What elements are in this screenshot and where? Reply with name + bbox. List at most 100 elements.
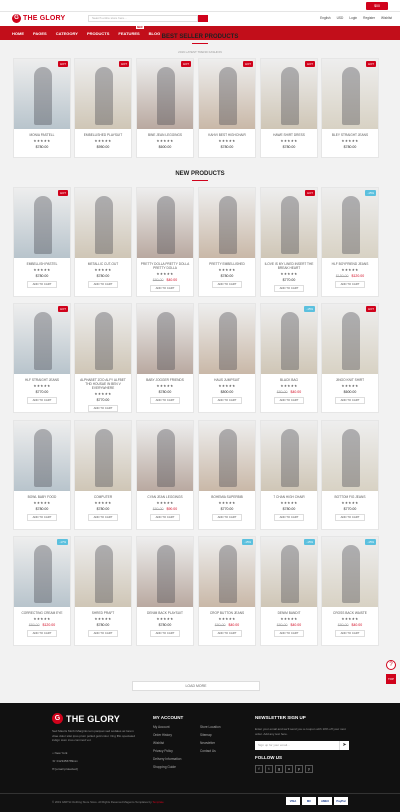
product-name[interactable]: CYAN JEAN LEGGINGS — [137, 495, 193, 499]
product-name[interactable]: ALPHABET ZOO ALFY ALFBET THD HOUSAE IN B… — [75, 378, 131, 390]
add-to-cart-button[interactable]: ADD TO CART — [88, 514, 118, 521]
product-image[interactable] — [322, 421, 378, 491]
google-icon[interactable]: g — [275, 765, 283, 773]
product-name[interactable]: PRETTY DOLLA PRETTY DOLLA PRETTY DOLLA — [137, 262, 193, 270]
product-card[interactable]: HOT HLF STRAIGHT JEANS ★★★★★ $770.00 ADD TO … — [13, 303, 71, 413]
product-image[interactable]: -15% — [261, 537, 317, 607]
product-name[interactable]: HLF BOYFRIEND JEANS — [322, 262, 378, 266]
product-card[interactable]: HOT BLEY STRAIGHT JEANS ★★★★★ $780.00 — [321, 58, 379, 158]
product-image[interactable]: HOT — [137, 59, 193, 129]
footer-link[interactable]: My Account — [153, 723, 181, 731]
product-name[interactable]: PRETTY EMBELLISHED — [199, 262, 255, 266]
add-to-cart-button[interactable]: ADD TO CART — [212, 281, 242, 288]
product-image[interactable] — [137, 421, 193, 491]
product-image[interactable] — [75, 188, 131, 258]
register-link[interactable]: Register — [363, 16, 375, 20]
product-image[interactable]: HOT — [322, 304, 378, 374]
facebook-icon[interactable]: f — [255, 765, 263, 773]
footer-link[interactable]: Store Location — [200, 723, 221, 731]
product-name[interactable]: CORRECTING CREAM EYE — [14, 611, 70, 615]
product-name[interactable]: JINGO KNIT SHIRT — [322, 378, 378, 382]
product-image[interactable]: HOT — [261, 188, 317, 258]
add-to-cart-button[interactable]: ADD TO CART — [335, 397, 365, 404]
product-name[interactable]: 7 CHAN HIGH CHAIR — [261, 495, 317, 499]
chat-icon[interactable]: ? — [386, 660, 396, 670]
product-card[interactable]: PRETTY EMBELLISHED ★★★★★ $780.00 ADD TO CAR… — [198, 187, 256, 297]
add-to-cart-button[interactable]: ADD TO CART — [27, 514, 57, 521]
product-name[interactable]: BLEY STRAIGHT JEANS — [322, 133, 378, 137]
product-card[interactable]: HOT JINGO KNIT SHIRT ★★★★★ $600.00 ADD TO CA… — [321, 303, 379, 413]
product-image[interactable]: HOT — [14, 304, 70, 374]
product-name[interactable]: ILOVE IS MY LINED INSERT THE BREAK HEART — [261, 262, 317, 270]
product-card[interactable]: BOTTOM FIG JEANS ★★★★★ $770.00 ADD TO CART — [321, 420, 379, 530]
product-card[interactable]: -15% BLACK BAG ★★★★★ $80.00 $40.00 ADD TO CAR… — [260, 303, 318, 413]
add-to-cart-button[interactable]: ADD TO CART — [150, 514, 180, 521]
product-image[interactable] — [261, 421, 317, 491]
product-card[interactable]: 7 CHAN HIGH CHAIR ★★★★★ $780.00 ADD TO CART — [260, 420, 318, 530]
add-to-cart-button[interactable]: ADD TO CART — [88, 281, 118, 288]
product-name[interactable]: HAWE SHIRT DRESS — [261, 133, 317, 137]
add-to-cart-button[interactable]: ADD TO CART — [150, 285, 180, 292]
mini-cart-button[interactable]: $00 — [366, 2, 388, 10]
product-card[interactable]: CYAN JEAN LEGGINGS ★★★★★ $80.00 $90.00 ADD T… — [136, 420, 194, 530]
footer-logo[interactable]: G THE GLORY — [52, 713, 120, 724]
wishlist-link[interactable]: Wishlist — [381, 16, 392, 20]
product-card[interactable]: BABY JOGGER FRIENDS ★★★★★ $780.00 ADD TO CA… — [136, 303, 194, 413]
product-image[interactable]: -15% — [322, 537, 378, 607]
product-name[interactable]: BLACK BAG — [261, 378, 317, 382]
product-card[interactable]: HOT KAHVI BEST HIGHCHAIR ★★★★★ $780.00 — [198, 58, 256, 158]
product-card[interactable]: HOT ILOVE IS MY LINED INSERT THE BREAK HE… — [260, 187, 318, 297]
add-to-cart-button[interactable]: ADD TO CART — [27, 630, 57, 637]
scroll-top-button[interactable]: TOP — [386, 674, 396, 684]
product-name[interactable]: SHRED PRAFT — [75, 611, 131, 615]
product-card[interactable]: BOWL BABY FOOD ★★★★★ $780.00 ADD TO CART — [13, 420, 71, 530]
add-to-cart-button[interactable]: ADD TO CART — [212, 514, 242, 521]
search-input[interactable]: Search entire store here... — [88, 15, 198, 22]
product-name[interactable]: BABY JOGGER FRIENDS — [137, 378, 193, 382]
product-card[interactable]: HOT HAWE SHIRT DRESS ★★★★★ $780.00 — [260, 58, 318, 158]
product-card[interactable]: ALPHABET ZOO ALFY ALFBET THD HOUSAE IN B… — [74, 303, 132, 413]
product-image[interactable] — [75, 421, 131, 491]
footer-link[interactable]: Contact Us — [200, 747, 221, 755]
product-name[interactable]: BOWL BABY FOOD — [14, 495, 70, 499]
product-name[interactable]: KAHVI BEST HIGHCHAIR — [199, 133, 255, 137]
add-to-cart-button[interactable]: ADD TO CART — [274, 630, 304, 637]
add-to-cart-button[interactable]: ADD TO CART — [274, 397, 304, 404]
product-name[interactable]: EMBELLISH PASTEL — [14, 262, 70, 266]
add-to-cart-button[interactable]: ADD TO CART — [27, 397, 57, 404]
add-to-cart-button[interactable]: ADD TO CART — [335, 514, 365, 521]
product-image[interactable]: HOT — [14, 59, 70, 129]
product-image[interactable]: -15% — [199, 537, 255, 607]
product-image[interactable] — [14, 421, 70, 491]
logo[interactable]: G THE GLORY — [12, 14, 65, 23]
product-image[interactable] — [199, 188, 255, 258]
product-card[interactable]: HOT EMBELLISH PASTEL ★★★★★ $780.00 ADD TO CA… — [13, 187, 71, 297]
product-image[interactable] — [75, 537, 131, 607]
product-image[interactable]: HOT — [322, 59, 378, 129]
product-name[interactable]: MONIA PASTELL — [14, 133, 70, 137]
email-text[interactable]: [email protected] — [55, 767, 77, 771]
product-card[interactable]: METALLIC CUT-OUT ★★★★★ $780.00 ADD TO CART — [74, 187, 132, 297]
instagram-icon[interactable]: o — [285, 765, 293, 773]
footer-link[interactable]: Shopping Guide — [153, 763, 181, 771]
product-image[interactable] — [199, 304, 255, 374]
add-to-cart-button[interactable]: ADD TO CART — [274, 285, 304, 292]
product-name[interactable]: BINE JEAN LEGGINGS — [137, 133, 193, 137]
copyright-link[interactable]: Template — [152, 800, 163, 804]
twitter-icon[interactable]: t — [265, 765, 273, 773]
product-name[interactable]: HAUS JUMPSUIT — [199, 378, 255, 382]
product-name[interactable]: METALLIC CUT-OUT — [75, 262, 131, 266]
footer-link[interactable]: Newsletter — [200, 739, 221, 747]
product-image[interactable]: -17% — [14, 537, 70, 607]
add-to-cart-button[interactable]: ADD TO CART — [88, 630, 118, 637]
pinterest-icon[interactable]: p — [295, 765, 303, 773]
currency-select[interactable]: USD — [337, 16, 344, 20]
footer-link[interactable]: Delivery Information — [153, 755, 181, 763]
product-image[interactable] — [137, 188, 193, 258]
add-to-cart-button[interactable]: ADD TO CART — [150, 397, 180, 404]
product-name[interactable]: DENIM BACK PLAYSUIT — [137, 611, 193, 615]
product-name[interactable]: BOHEMIA SUPERBIB — [199, 495, 255, 499]
product-card[interactable]: -15% DENIM BANDIT ★★★★★ $80.00 $40.00 ADD TO … — [260, 536, 318, 646]
product-image[interactable]: HOT — [199, 59, 255, 129]
product-card[interactable]: COMPUTER ★★★★★ $780.00 ADD TO CART — [74, 420, 132, 530]
